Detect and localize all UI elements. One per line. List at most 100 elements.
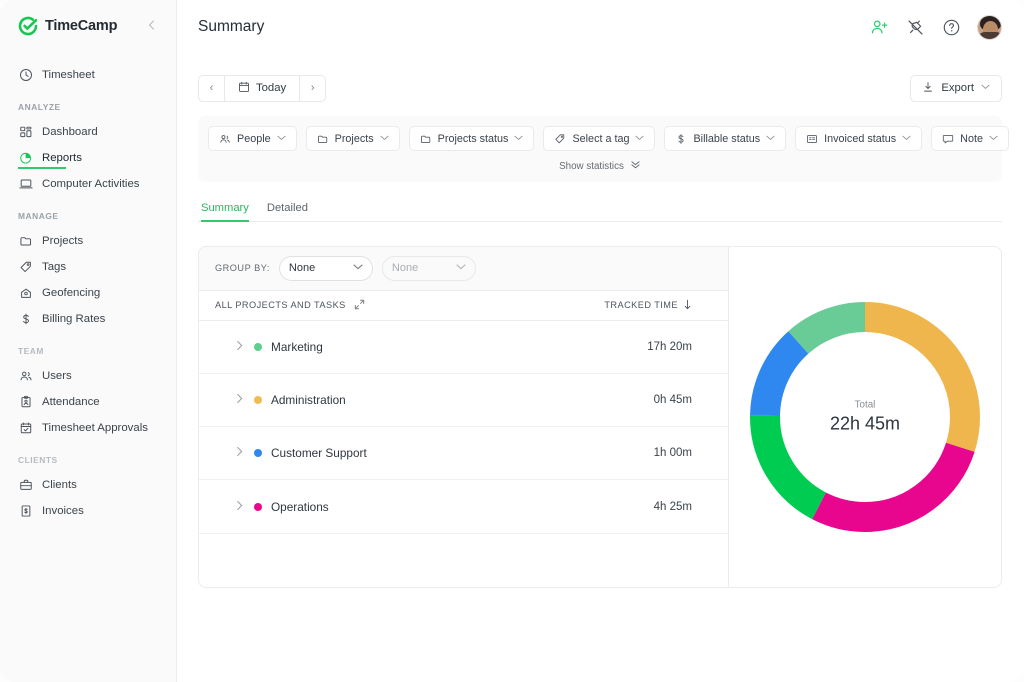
help-circle-icon[interactable] bbox=[941, 17, 961, 37]
chevron-down-icon bbox=[902, 135, 911, 143]
chevron-down-icon bbox=[989, 135, 998, 143]
chevron-left-icon[interactable] bbox=[142, 15, 162, 37]
add-user-icon[interactable] bbox=[869, 17, 889, 37]
show-statistics-toggle[interactable]: Show statistics bbox=[208, 151, 992, 182]
tab-detailed[interactable]: Detailed bbox=[267, 202, 308, 221]
sidebar-item-billing-rates[interactable]: Billing Rates bbox=[0, 306, 176, 332]
clipboard-person-icon bbox=[18, 395, 33, 410]
sidebar-item-projects[interactable]: Projects bbox=[0, 228, 176, 254]
clock-icon bbox=[18, 68, 33, 83]
briefcase-icon bbox=[18, 478, 33, 493]
group-by-secondary-value: None bbox=[392, 262, 418, 274]
next-date-button[interactable]: › bbox=[300, 76, 325, 101]
content-area: ‹ Today › bbox=[177, 74, 1024, 588]
sidebar-item-clients[interactable]: Clients bbox=[0, 472, 176, 498]
chevron-down-icon bbox=[380, 135, 389, 143]
table-empty-row bbox=[199, 534, 728, 587]
group-by-secondary-select[interactable]: None bbox=[382, 256, 476, 281]
expand-row-chevron-icon[interactable] bbox=[235, 500, 249, 514]
table-row[interactable]: Administration 0h 45m bbox=[199, 374, 728, 427]
table-row[interactable]: Customer Support 1h 00m bbox=[199, 427, 728, 480]
project-color-dot bbox=[254, 503, 262, 511]
sidebar-item-label: Timesheet bbox=[42, 69, 95, 81]
group-by-label: GROUP BY: bbox=[215, 263, 270, 273]
sidebar-item-label: Timesheet Approvals bbox=[42, 422, 148, 434]
filter-note[interactable]: Note bbox=[931, 126, 1009, 151]
filter-billable-status[interactable]: Billable status bbox=[664, 126, 786, 151]
grid-icon bbox=[18, 125, 33, 140]
sidebar-item-label: Clients bbox=[42, 479, 77, 491]
expand-row-chevron-icon[interactable] bbox=[235, 446, 249, 460]
report-tabs: Summary Detailed bbox=[198, 202, 1002, 222]
filter-people[interactable]: People bbox=[208, 126, 297, 151]
group-by-bar: GROUP BY: None None bbox=[199, 247, 728, 291]
sidebar-item-label: Geofencing bbox=[42, 287, 100, 299]
double-chevron-down-icon bbox=[630, 160, 641, 172]
today-button[interactable]: Today bbox=[225, 76, 299, 101]
sidebar-item-label: Users bbox=[42, 370, 72, 382]
table-row[interactable]: Marketing 17h 20m bbox=[199, 321, 728, 374]
column-header-tracked-time-label: TRACKED TIME bbox=[604, 300, 678, 310]
users-icon bbox=[18, 369, 33, 384]
pie-chart-icon bbox=[18, 151, 33, 166]
user-avatar[interactable] bbox=[977, 15, 1002, 40]
column-header-projects: ALL PROJECTS AND TASKS bbox=[215, 299, 365, 312]
column-header-projects-label: ALL PROJECTS AND TASKS bbox=[215, 300, 346, 310]
expand-row-chevron-icon[interactable] bbox=[235, 393, 249, 407]
donut-chart-pane: Total 22h 45m bbox=[728, 247, 1001, 587]
sidebar-item-reports[interactable]: Reports bbox=[0, 145, 176, 171]
expand-row-chevron-icon[interactable] bbox=[235, 340, 249, 354]
project-tracked-time: 0h 45m bbox=[654, 394, 712, 406]
project-name: Operations bbox=[271, 500, 329, 514]
filter-chip-row: People Projects bbox=[208, 126, 992, 151]
plug-disconnected-icon[interactable] bbox=[905, 17, 925, 37]
sidebar-logo-row: TimeCamp bbox=[0, 0, 176, 52]
filter-projects[interactable]: Projects bbox=[306, 126, 400, 151]
dollar-icon bbox=[18, 312, 33, 327]
column-header-tracked-time[interactable]: TRACKED TIME bbox=[604, 299, 712, 312]
sidebar-item-label: Projects bbox=[42, 235, 83, 247]
sidebar-section-clients: CLIENTS bbox=[0, 455, 176, 465]
sidebar-item-label: Computer Activities bbox=[42, 178, 140, 190]
people-icon bbox=[219, 133, 231, 145]
table-row[interactable]: Operations 4h 25m bbox=[199, 480, 728, 533]
chevron-down-icon bbox=[981, 84, 990, 92]
folder-icon bbox=[420, 133, 432, 145]
filter-projects-status[interactable]: Projects status bbox=[409, 126, 535, 151]
sidebar-item-timesheet-approvals[interactable]: Timesheet Approvals bbox=[0, 415, 176, 441]
donut-chart-svg bbox=[745, 297, 985, 537]
report-card: GROUP BY: None None bbox=[198, 246, 1002, 588]
export-button[interactable]: Export bbox=[910, 75, 1002, 102]
expand-diagonal-icon[interactable] bbox=[354, 299, 365, 312]
group-by-primary-select[interactable]: None bbox=[279, 256, 373, 281]
sidebar-item-invoices[interactable]: Invoices bbox=[0, 498, 176, 524]
filter-invoiced-status[interactable]: Invoiced status bbox=[795, 126, 922, 151]
filter-select-a-tag[interactable]: Select a tag bbox=[543, 126, 655, 151]
active-indicator bbox=[18, 167, 66, 169]
sidebar-item-label: Attendance bbox=[42, 396, 100, 408]
prev-date-button[interactable]: ‹ bbox=[199, 76, 224, 101]
invoice-icon bbox=[18, 504, 33, 519]
avatar-shirt bbox=[978, 32, 1002, 39]
dollar-icon bbox=[675, 133, 687, 145]
sidebar-item-computer-activities[interactable]: Computer Activities bbox=[0, 171, 176, 197]
filter-label: Invoiced status bbox=[824, 133, 896, 145]
project-color-dot bbox=[254, 449, 262, 457]
filter-label: Billable status bbox=[693, 133, 760, 145]
sidebar-item-users[interactable]: Users bbox=[0, 363, 176, 389]
sidebar-item-attendance[interactable]: Attendance bbox=[0, 389, 176, 415]
sidebar: TimeCamp Timesheet ANALYZE bbox=[0, 0, 177, 682]
project-name: Marketing bbox=[271, 340, 323, 354]
group-by-primary-value: None bbox=[289, 262, 315, 274]
filter-label: Select a tag bbox=[572, 133, 629, 145]
sidebar-spacer bbox=[0, 52, 176, 62]
tab-summary[interactable]: Summary bbox=[201, 202, 249, 221]
sidebar-item-geofencing[interactable]: Geofencing bbox=[0, 280, 176, 306]
sidebar-item-timesheet[interactable]: Timesheet bbox=[0, 62, 176, 88]
timecamp-check-circle-icon bbox=[18, 16, 38, 36]
sidebar-item-tags[interactable]: Tags bbox=[0, 254, 176, 280]
sidebar-item-dashboard[interactable]: Dashboard bbox=[0, 119, 176, 145]
invoice-list-icon bbox=[806, 133, 818, 145]
sidebar-item-label: Invoices bbox=[42, 505, 84, 517]
project-tracked-time: 4h 25m bbox=[654, 501, 712, 513]
